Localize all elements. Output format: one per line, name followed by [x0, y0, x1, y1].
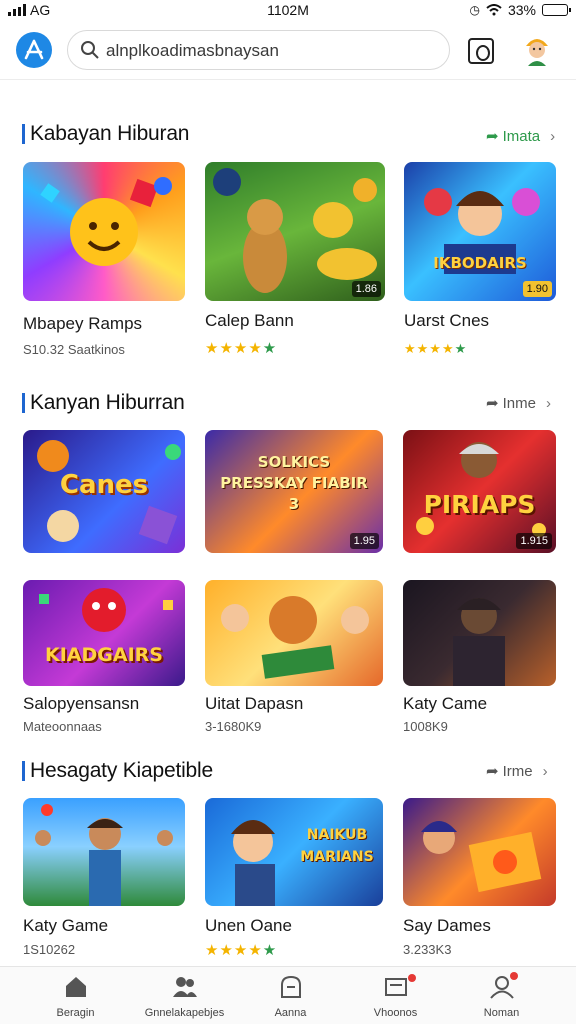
game-subtitle: Mateoonnaas: [23, 719, 102, 734]
game-subtitle: 3-1680K9: [205, 719, 262, 734]
nav-messages[interactable]: Vhoonos: [338, 967, 453, 1024]
mail-icon: [385, 978, 407, 996]
search-icon: [81, 41, 99, 59]
star-rating: ★★★★★: [205, 340, 278, 357]
section-title: Kanyan Hiburran: [22, 391, 185, 415]
game-title[interactable]: Katy Came: [403, 694, 487, 714]
game-thumbnail[interactable]: [23, 162, 185, 301]
top-header: alnplkoadimasbnaysan: [0, 22, 576, 80]
nav-categories[interactable]: Gnnelakapebjes: [127, 967, 242, 1024]
game-thumbnail[interactable]: [205, 580, 383, 686]
battery-icon: [542, 4, 571, 16]
game-title[interactable]: Mbapey Ramps: [23, 314, 142, 334]
game-logo-text: Canes: [59, 470, 149, 500]
game-thumbnail[interactable]: PIRIAPS 1.915: [403, 430, 556, 553]
game-logo-text: PIRIAPS: [423, 490, 536, 519]
see-all-link[interactable]: ➦ Inme ›: [486, 394, 551, 413]
game-title[interactable]: Katy Game: [23, 916, 108, 936]
game-thumbnail[interactable]: SOLKICS PRESSKAY FIABIR 3 1.95: [205, 430, 383, 553]
chevron-right-icon: ›: [542, 762, 548, 780]
home-icon: [66, 977, 86, 997]
nav-profile[interactable]: Noman: [444, 967, 559, 1024]
rating-tag: 1.915: [516, 533, 552, 549]
alarm-icon: ◷: [469, 3, 480, 17]
chevron-right-icon: ›: [550, 127, 556, 145]
battery-percent: 33%: [507, 2, 536, 18]
rating-tag: 1.95: [349, 533, 379, 549]
game-title[interactable]: Calep Bann: [205, 311, 294, 331]
see-all-link[interactable]: ➦ Irme ›: [486, 762, 548, 781]
game-title[interactable]: Say Dames: [403, 916, 491, 936]
nav-home[interactable]: Beragin: [18, 967, 133, 1024]
nav-label: Beragin: [56, 1007, 95, 1019]
rating-tag: 1.90: [522, 281, 552, 297]
game-title[interactable]: Salopyensansn: [23, 694, 139, 714]
game-thumbnail[interactable]: [23, 798, 185, 906]
game-logo-text: KIADGAIRS: [45, 644, 163, 666]
nav-label: Vhoonos: [373, 1007, 418, 1019]
section-title: Kabayan Hiburan: [22, 122, 189, 146]
bag-icon: [281, 975, 301, 998]
people-icon: [173, 977, 197, 997]
game-title[interactable]: Uitat Dapasn: [205, 694, 303, 714]
section-title: Hesagaty Kiapetible: [22, 759, 213, 783]
star-rating: ★★★★★: [404, 341, 468, 356]
game-thumbnail[interactable]: NAIKUB MARIANS: [205, 798, 383, 906]
arrow-icon: ➦: [486, 128, 499, 145]
wifi-icon: [486, 4, 502, 16]
arrow-icon: ➦: [486, 395, 499, 412]
nav-label: Gnnelakapebjes: [144, 1007, 225, 1019]
game-logo-text: IKBODAIRS: [433, 254, 527, 272]
game-thumbnail[interactable]: [403, 580, 556, 686]
nav-store[interactable]: Aanna: [233, 967, 348, 1024]
chevron-right-icon: ›: [545, 394, 551, 412]
nav-label: Noman: [483, 1007, 520, 1019]
notification-dot: [510, 972, 518, 980]
search-input[interactable]: alnplkoadimasbnaysan: [106, 41, 279, 61]
game-subtitle: 1008K9: [403, 719, 448, 734]
camera-scan-icon[interactable]: [468, 38, 494, 64]
game-thumbnail[interactable]: Canes: [23, 430, 185, 553]
game-subtitle: 1S10262: [23, 942, 76, 957]
notification-dot: [408, 974, 416, 982]
game-logo-text: SOLKICS PRESSKAY FIABIR 3: [220, 453, 368, 513]
game-logo-text: NAIKUB MARIANS: [300, 827, 374, 865]
game-title[interactable]: Uarst Cnes: [404, 311, 489, 331]
rating-tag: 1.86: [351, 281, 381, 297]
game-thumbnail[interactable]: IKBODAIRS 1.90: [404, 162, 556, 301]
nav-label: Aanna: [274, 1007, 307, 1019]
game-title[interactable]: Unen Oane: [205, 916, 292, 936]
game-thumbnail[interactable]: 1.86: [205, 162, 385, 301]
game-thumbnail[interactable]: KIADGAIRS: [23, 580, 185, 686]
game-thumbnail[interactable]: [403, 798, 556, 906]
bottom-navigation: Beragin Gnnelakapebjes Aanna Vhoonos Nom…: [0, 966, 576, 1024]
status-bar: AG 1102M ◷ 33%: [0, 0, 576, 22]
see-all-link[interactable]: ➦ Imata ›: [486, 127, 556, 146]
game-subtitle: 3.233K3: [403, 942, 452, 957]
app-store-logo-icon[interactable]: [16, 32, 52, 68]
game-subtitle: S10.32 Saatkinos: [23, 342, 125, 357]
search-bar[interactable]: alnplkoadimasbnaysan: [67, 30, 450, 70]
profile-avatar-icon[interactable]: [522, 34, 552, 66]
star-rating: ★★★★★: [205, 942, 278, 959]
arrow-icon: ➦: [486, 763, 499, 780]
